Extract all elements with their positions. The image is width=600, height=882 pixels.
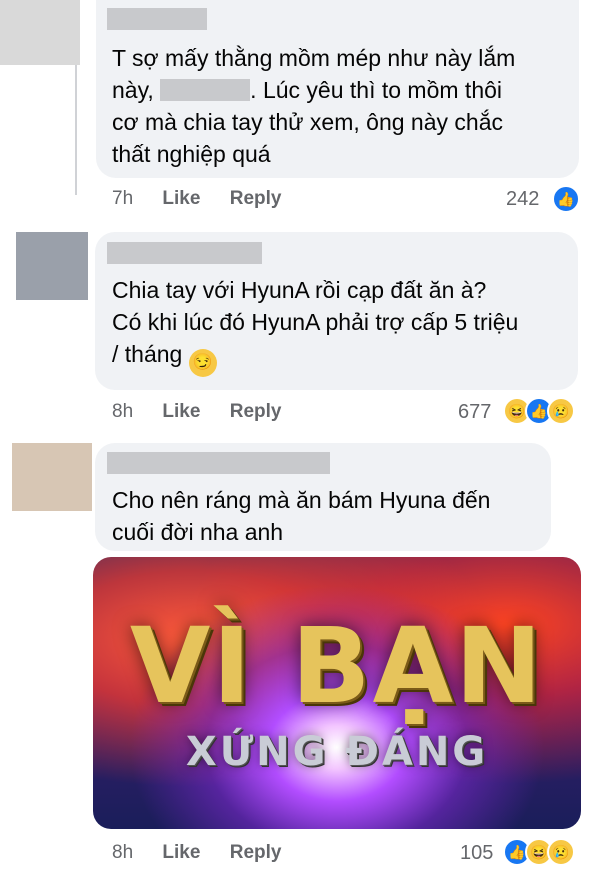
- reaction-count[interactable]: 242: [506, 188, 539, 211]
- reaction-count[interactable]: 677: [458, 401, 491, 424]
- smirk-emoji-icon: 😏: [188, 349, 217, 377]
- comment-meta: 7h Like Reply: [112, 188, 305, 210]
- commenter-name-redacted[interactable]: [107, 452, 330, 474]
- sad-reaction-icon: 😢: [547, 397, 575, 425]
- avatar[interactable]: [16, 232, 88, 300]
- reaction-count[interactable]: 105: [460, 842, 493, 865]
- reply-button[interactable]: Reply: [230, 401, 282, 422]
- like-button[interactable]: Like: [162, 188, 200, 209]
- reactions[interactable]: 👍 😆 😢: [503, 838, 575, 866]
- comment-text: Cho nên ráng mà ăn bám Hyuna đến cuối đờ…: [112, 487, 491, 545]
- meme-title: VÌ BẠN: [129, 605, 545, 727]
- reactions[interactable]: 😆 👍 😢: [503, 397, 575, 425]
- commenter-name-redacted[interactable]: [107, 8, 207, 30]
- comment-meta: 8h Like Reply: [112, 842, 305, 864]
- thread-line: [75, 65, 77, 195]
- commenter-name-redacted[interactable]: [107, 242, 262, 264]
- sad-reaction-icon: 😢: [547, 838, 575, 866]
- mention-redacted[interactable]: [160, 79, 251, 101]
- avatar[interactable]: [0, 0, 80, 65]
- like-button[interactable]: Like: [162, 401, 200, 422]
- meme-subtitle: XỨNG ĐÁNG: [185, 729, 489, 775]
- comment-time[interactable]: 7h: [112, 188, 133, 209]
- comment-text: Chia tay với HyunA rồi cạp đất ăn à? Có …: [112, 274, 572, 377]
- meme-image[interactable]: VÌ BẠN XỨNG ĐÁNG: [93, 557, 581, 829]
- reactions[interactable]: 👍: [552, 185, 580, 213]
- reply-button[interactable]: Reply: [230, 188, 282, 209]
- comment-text-body: Chia tay với HyunA rồi cạp đất ăn à? Có …: [112, 277, 519, 367]
- avatar[interactable]: [12, 443, 92, 511]
- comment-meta: 8h Like Reply: [112, 401, 305, 423]
- comment-text: T sợ mấy thằng mồm mép như này lắm này, …: [112, 42, 572, 170]
- comment-time[interactable]: 8h: [112, 842, 133, 863]
- like-button[interactable]: Like: [162, 842, 200, 863]
- comment-time[interactable]: 8h: [112, 401, 133, 422]
- reply-button[interactable]: Reply: [230, 842, 282, 863]
- like-reaction-icon: 👍: [552, 185, 580, 213]
